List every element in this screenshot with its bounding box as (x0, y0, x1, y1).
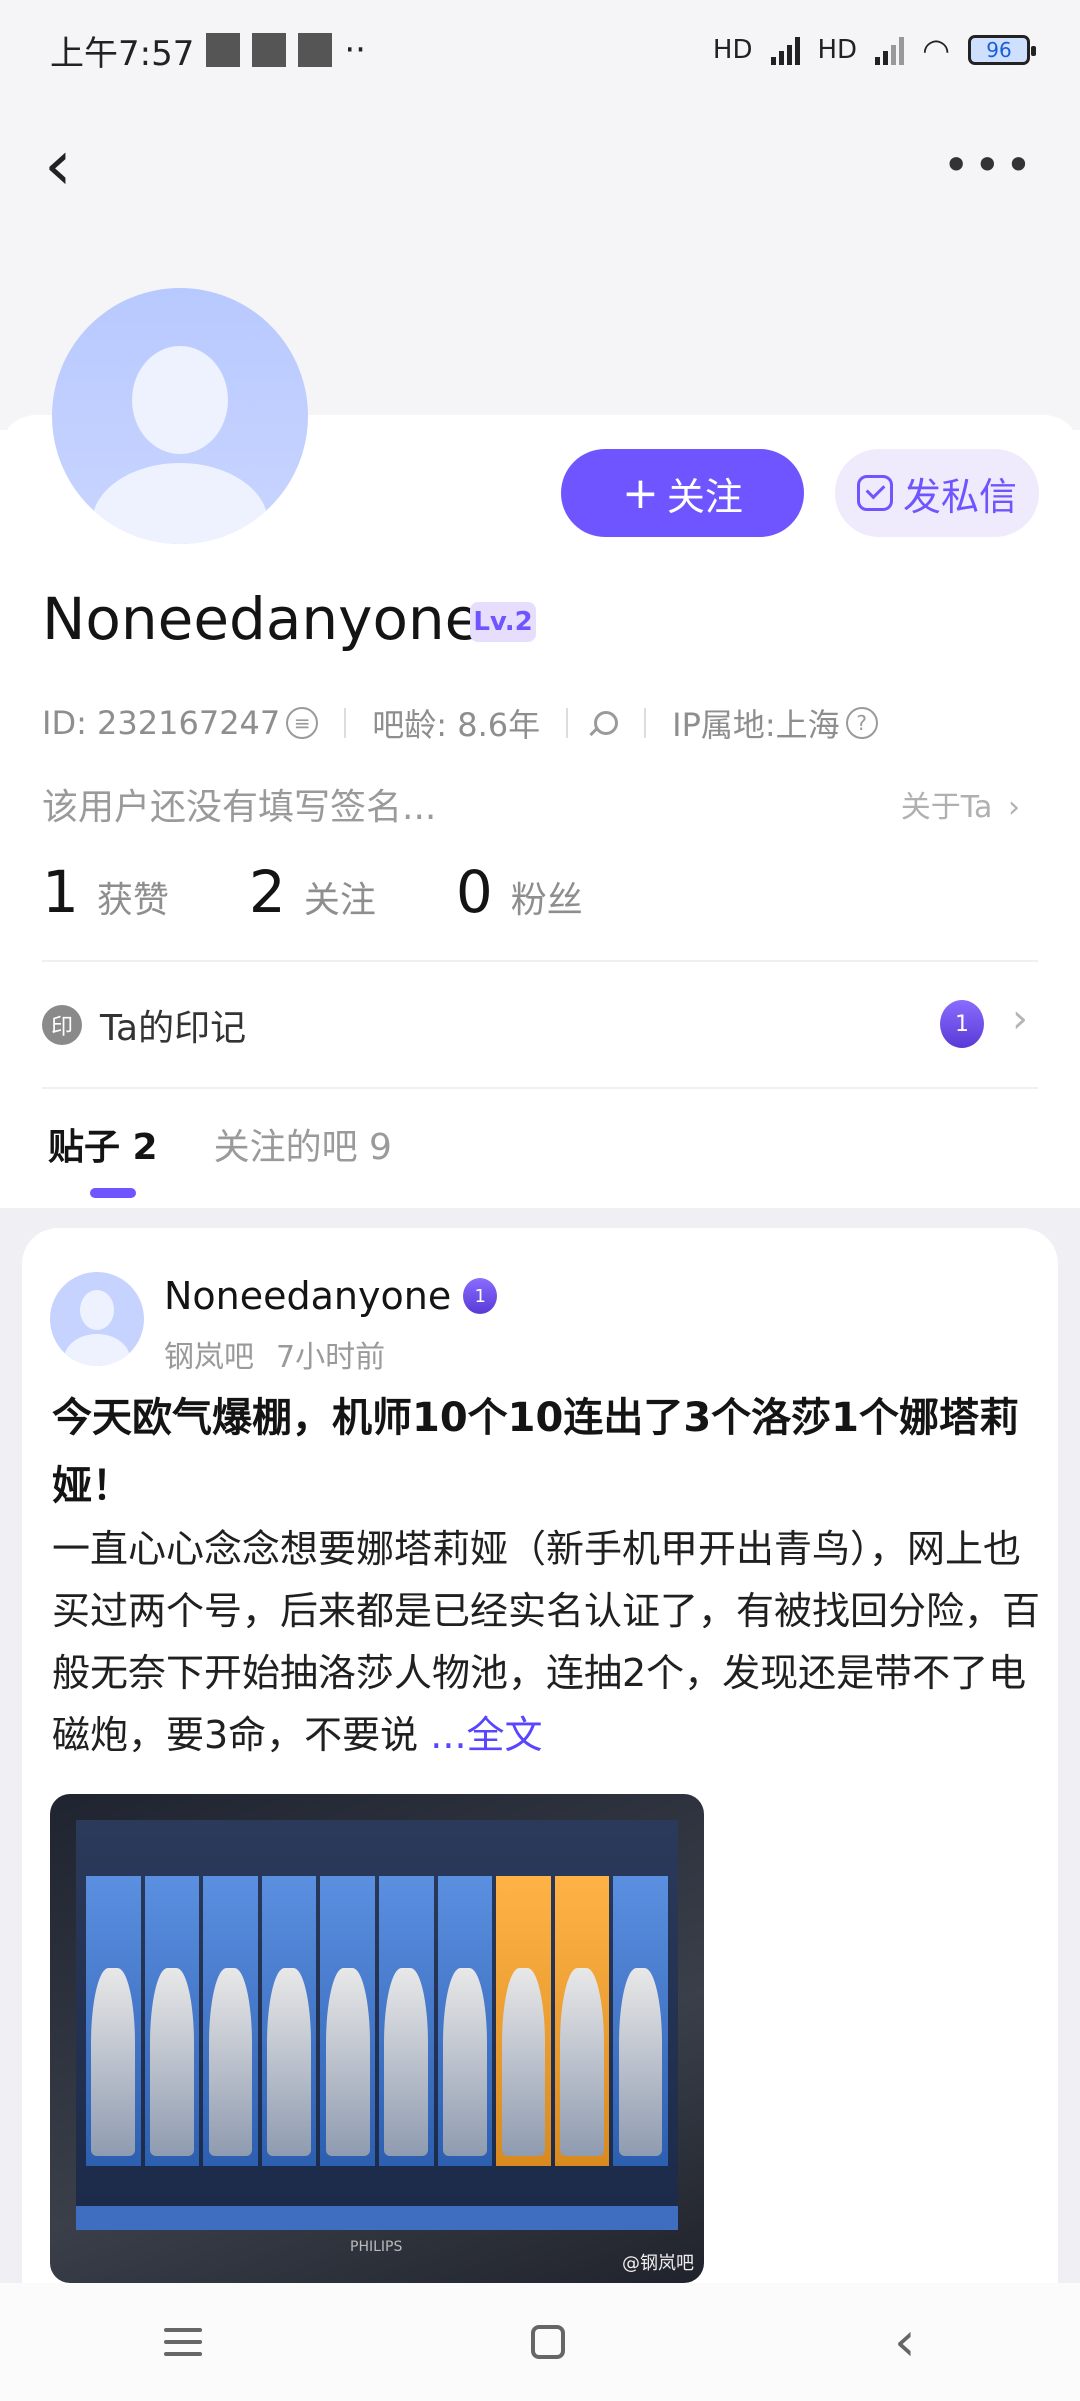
tab-bar: 贴子 2 关注的吧 9 (48, 1118, 392, 1170)
about-label: 关于Ta (900, 790, 993, 825)
character-card (203, 1876, 258, 2166)
post-avatar[interactable] (50, 1272, 144, 1366)
stat-label: 关注 (303, 880, 376, 921)
status-time: 上午7:57 (50, 33, 195, 74)
avatar-body-shape (92, 463, 268, 544)
stat-number: 2 (248, 858, 286, 926)
post-card[interactable]: Noneedanyone 1 钢岚吧 7小时前 今天欧气爆棚，机师10个10连出… (22, 1228, 1058, 2283)
status-left: 上午7:57 ·· (50, 26, 366, 75)
message-button-label: 发私信 (902, 474, 1017, 519)
message-button[interactable]: 发私信 (835, 449, 1039, 537)
seal-icon: 印 (42, 1005, 82, 1045)
stat-number: 1 (42, 858, 79, 926)
post-title[interactable]: 今天欧气爆棚，机师10个10连出了3个洛莎1个娜塔莉娅！ (52, 1384, 1032, 1520)
post-forum[interactable]: 钢岚吧 (164, 1332, 254, 1376)
image-screen (76, 1820, 678, 2230)
chevron-right-icon: › (1008, 790, 1020, 825)
user-id: ID: 232167247 (42, 704, 281, 742)
avatar-head-shape (132, 346, 228, 454)
more-notifications-indicator: ·· (344, 30, 366, 70)
mail-icon (856, 475, 893, 511)
stat-following[interactable]: 2 关注 (249, 858, 376, 926)
signature: 该用户还没有填写签名... (42, 787, 437, 828)
character-card (437, 1876, 493, 2166)
character-card (320, 1876, 375, 2166)
character-card (378, 1876, 434, 2166)
character-card (144, 1876, 200, 2166)
post-image[interactable]: PHILIPS @钢岚吧 (50, 1794, 704, 2283)
follow-button[interactable]: + 关注 (561, 449, 804, 537)
post-author-name: Noneedanyone (164, 1274, 452, 1318)
post-meta: 钢岚吧 7小时前 (164, 1332, 385, 1376)
read-more-link[interactable]: ...全文 (430, 1713, 542, 1757)
post-author[interactable]: Noneedanyone 1 (164, 1274, 498, 1318)
divider (644, 708, 647, 738)
stat-number: 0 (455, 858, 493, 926)
mark-badge-icon: 1 (940, 1000, 984, 1048)
stat-label: 获赞 (96, 880, 169, 921)
notification-icon (298, 33, 333, 67)
follow-button-label: 关注 (666, 474, 743, 519)
marks-label: Ta的印记 (100, 1008, 247, 1049)
level-badge: Lv.2 (470, 602, 536, 642)
divider (344, 708, 347, 738)
post-time: 7小时前 (276, 1340, 386, 1375)
battery-icon: 96 (968, 35, 1036, 65)
image-character-cards (86, 1876, 668, 2166)
help-icon[interactable]: ? (845, 707, 878, 739)
post-body-text: 一直心心念念想要娜塔莉娅（新手机甲开出青鸟），网上也买过两个号，后来都是已经实名… (52, 1527, 1041, 1757)
divider (42, 960, 1038, 962)
search-icon[interactable] (594, 711, 619, 735)
tab-followed-bars[interactable]: 关注的吧 9 (214, 1118, 392, 1170)
home-icon[interactable] (531, 2325, 566, 2359)
monitor-brand: PHILIPS (350, 2239, 403, 2255)
character-card (496, 1876, 551, 2166)
stat-label: 粉丝 (510, 880, 583, 921)
character-card (261, 1876, 317, 2166)
copy-icon[interactable]: ≡ (286, 707, 319, 739)
character-card (86, 1876, 141, 2166)
image-watermark: @钢岚吧 (622, 2253, 694, 2274)
ip-location: IP属地:上海 (672, 706, 840, 744)
back-icon[interactable]: ‹ (44, 130, 72, 200)
hd-label: HD (817, 35, 858, 65)
stats-row: 1 获赞 2 关注 0 粉丝 (42, 858, 663, 926)
bar-age: 吧龄: 8.6年 (372, 706, 541, 744)
avatar-head-shape (80, 1290, 114, 1330)
tab-indicator (90, 1188, 136, 1198)
profile-meta: ID: 232167247 ≡ 吧龄: 8.6年 IP属地:上海 ? (42, 700, 878, 746)
tab-posts[interactable]: 贴子 2 (48, 1118, 158, 1170)
plus-icon: + (622, 467, 659, 519)
more-options-icon[interactable]: ••• (943, 138, 1036, 192)
stat-likes[interactable]: 1 获赞 (42, 858, 169, 926)
avatar-body-shape (64, 1334, 130, 1366)
notification-icon (206, 33, 241, 67)
top-nav: ‹ ••• (0, 110, 1080, 230)
profile-username: Noneedanyone (42, 585, 481, 653)
avatar[interactable] (52, 288, 308, 544)
notification-icon (252, 33, 287, 67)
system-nav-bar: ‹ (0, 2283, 1080, 2401)
back-nav-icon[interactable]: ‹ (894, 2315, 916, 2369)
status-right: HD HD ◠ 96 (712, 31, 1036, 69)
chevron-right-icon: › (1012, 996, 1028, 1042)
image-taskbar (76, 2206, 678, 2230)
divider (42, 1087, 1038, 1089)
hd-label: HD (712, 35, 753, 65)
menu-icon[interactable] (164, 2328, 203, 2356)
signal-icon (875, 35, 905, 65)
stat-fans[interactable]: 0 粉丝 (456, 858, 583, 926)
marks-row[interactable]: 印 Ta的印记 1 › (42, 990, 1038, 1060)
post-body[interactable]: 一直心心念念想要娜塔莉娅（新手机甲开出青鸟），网上也买过两个号，后来都是已经实名… (52, 1518, 1042, 1766)
about-link[interactable]: 关于Ta › (901, 782, 1020, 826)
signal-icon (770, 35, 800, 65)
character-card (613, 1876, 668, 2166)
wifi-icon: ◠ (922, 31, 950, 69)
divider (566, 708, 569, 738)
character-card (554, 1876, 610, 2166)
status-bar: 上午7:57 ·· HD HD ◠ 96 (0, 0, 1080, 100)
mark-badge-icon: 1 (463, 1278, 498, 1314)
